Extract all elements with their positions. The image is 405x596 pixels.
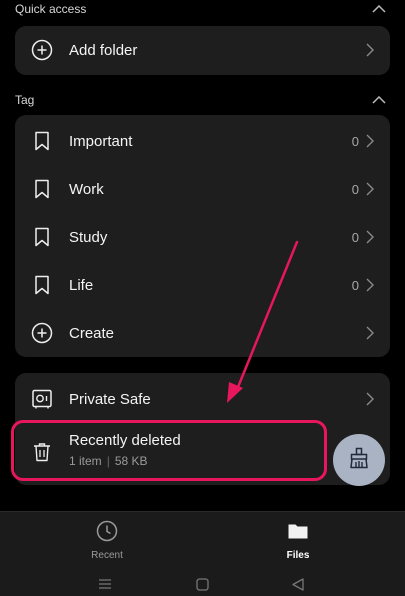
clock-icon [96,520,118,547]
tab-files-label: Files [286,550,310,561]
annotation-arrow-icon [227,240,299,403]
folder-icon [287,520,309,547]
tab-recent[interactable]: Recent [62,520,152,561]
broom-clean-icon [347,446,371,475]
home-key-icon[interactable] [194,576,210,592]
back-key-icon[interactable] [290,576,306,592]
tab-recent-label: Recent [91,550,123,561]
clean-up-fab[interactable] [333,434,385,486]
bottom-navigation: Recent Files [0,511,405,596]
menu-key-icon[interactable] [97,576,113,592]
tab-files[interactable]: Files [253,520,343,561]
system-nav-keys [0,572,405,596]
